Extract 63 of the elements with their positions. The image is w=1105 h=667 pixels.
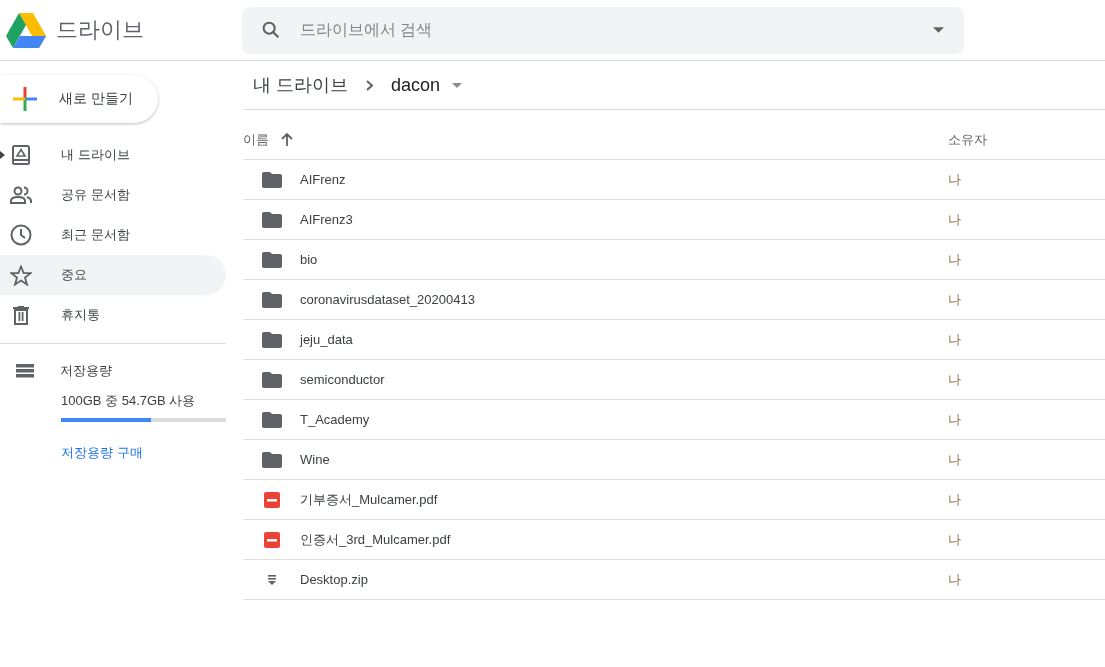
- pdf-icon: [263, 531, 280, 548]
- search-icon: [260, 19, 282, 41]
- zip-icon: [267, 574, 276, 585]
- clock-icon: [9, 224, 32, 246]
- caret-icon[interactable]: [933, 27, 944, 33]
- expand-arrow-icon[interactable]: [0, 151, 5, 159]
- file-name[interactable]: Wine: [300, 452, 330, 467]
- storage-label: 저장용량: [60, 362, 112, 380]
- column-header[interactable]: 소유자: [948, 130, 987, 149]
- sidebar-item[interactable]: 중요: [0, 255, 226, 295]
- sidebar-item[interactable]: 공유 문서함: [0, 175, 226, 215]
- owner-cell: 나: [948, 290, 961, 309]
- folder-icon: [261, 411, 282, 428]
- trash-icon: [12, 305, 29, 325]
- owner-cell: 나: [948, 210, 961, 229]
- drive-logo-icon: [6, 12, 46, 48]
- folder-icon: [261, 371, 282, 388]
- file-name[interactable]: semiconductor: [300, 372, 385, 387]
- star-icon: [9, 264, 32, 286]
- sidebar-item[interactable]: 최근 문서함: [0, 215, 226, 255]
- drive-icon: [10, 145, 31, 165]
- folder-icon: [261, 171, 282, 188]
- search-bar[interactable]: 드라이브에서 검색: [242, 6, 964, 54]
- owner-cell: 나: [948, 330, 961, 349]
- folder-icon: [261, 291, 282, 308]
- owner-cell: 나: [948, 170, 961, 189]
- buy-storage-link[interactable]: 저장용량 구매: [61, 444, 143, 462]
- current-folder-button[interactable]: dacon: [391, 74, 441, 96]
- breadcrumb-link[interactable]: 내 드라이브: [253, 73, 348, 97]
- file-name[interactable]: AIFrenz3: [300, 212, 353, 227]
- file-name[interactable]: AIFrenz: [300, 172, 346, 187]
- file-name[interactable]: 기부증서_Mulcamer.pdf: [300, 490, 438, 509]
- file-name[interactable]: bio: [300, 252, 318, 267]
- folder-icon: [261, 251, 282, 268]
- file-name[interactable]: coronavirusdataset_20200413: [300, 292, 475, 307]
- owner-cell: 나: [948, 530, 961, 549]
- owner-cell: 나: [948, 450, 961, 469]
- sidebar-item[interactable]: 휴지통: [0, 295, 226, 335]
- people-icon: [8, 186, 33, 204]
- search-field[interactable]: 드라이브에서 검색: [298, 20, 917, 40]
- caret-icon[interactable]: [452, 82, 463, 88]
- storage-icon: [16, 364, 34, 378]
- owner-cell: 나: [948, 570, 961, 589]
- pdf-icon: [263, 491, 280, 508]
- owner-cell: 나: [948, 410, 961, 429]
- folder-icon: [261, 331, 282, 348]
- sidebar-item[interactable]: 내 드라이브: [0, 135, 226, 175]
- column-header[interactable]: 이름: [243, 130, 269, 149]
- plus-icon: [13, 87, 37, 111]
- storage-usage-text: 100GB 중 54.7GB 사용: [61, 392, 197, 410]
- owner-cell: 나: [948, 490, 961, 509]
- owner-cell: 나: [948, 250, 961, 269]
- sort-arrow-up-icon[interactable]: [281, 133, 293, 146]
- owner-cell: 나: [948, 370, 961, 389]
- file-name[interactable]: Desktop.zip: [300, 572, 368, 587]
- folder-icon: [261, 451, 282, 468]
- folder-icon: [261, 211, 282, 228]
- app-title: 드라이브: [56, 16, 144, 44]
- file-name[interactable]: 인증서_3rd_Mulcamer.pdf: [300, 530, 451, 549]
- file-name[interactable]: T_Academy: [300, 412, 370, 427]
- chevron-right-icon: [366, 79, 373, 91]
- file-name[interactable]: jeju_data: [300, 332, 353, 347]
- new-button[interactable]: 새로 만들기: [0, 75, 158, 123]
